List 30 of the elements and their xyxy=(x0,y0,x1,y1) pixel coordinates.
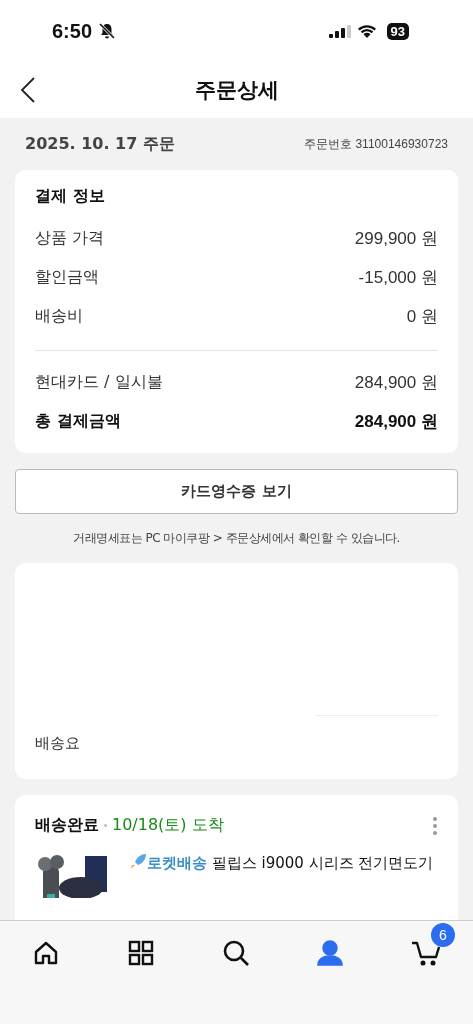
row-value: 284,900 원 xyxy=(354,372,438,394)
row-label: 상품 가격 xyxy=(35,228,105,249)
status-time: 6:50 xyxy=(52,19,93,43)
row-value: 0 원 xyxy=(406,306,438,328)
row-label: 할인금액 xyxy=(35,267,99,288)
muted-bell-icon xyxy=(98,22,117,40)
signal-icon xyxy=(328,24,351,38)
rocket-icon xyxy=(129,853,147,871)
payment-method: 현대카드 / 일시불 xyxy=(35,372,163,393)
separator-dot xyxy=(104,824,107,827)
cart-count-badge: 6 xyxy=(431,923,455,947)
delivery-status: 배송완료 xyxy=(35,815,99,836)
arrival-date: 10/18(토) 도착 xyxy=(112,815,224,836)
total-value: 284,900 원 xyxy=(354,411,438,433)
page-title: 주문상세 xyxy=(194,77,279,104)
receipt-button[interactable]: 카드영수증 보기 xyxy=(15,469,458,514)
total-label: 총 결제금액 xyxy=(35,411,121,432)
product-title[interactable]: 로켓배송 필립스 i9000 시리즈 전기면도기 xyxy=(129,848,434,878)
address-label: 배송요 xyxy=(35,733,80,754)
battery-level: 93 xyxy=(386,22,409,40)
order-number: 주문번호 31100146930723 xyxy=(304,135,448,153)
notice-text: 거래명세표는 PC 마이쿠팡 > 주문상세에서 확인할 수 있습니다. xyxy=(72,530,401,547)
more-icon[interactable] xyxy=(432,815,438,836)
wifi-icon xyxy=(356,24,377,38)
row-label: 배송비 xyxy=(35,306,83,327)
row-value: 299,900 원 xyxy=(354,228,438,250)
order-date: 2025. 10. 17 주문 xyxy=(25,133,175,155)
back-icon[interactable] xyxy=(20,76,36,104)
card-title: 결제 정보 xyxy=(35,186,106,207)
row-value: -15,000 원 xyxy=(358,267,438,289)
